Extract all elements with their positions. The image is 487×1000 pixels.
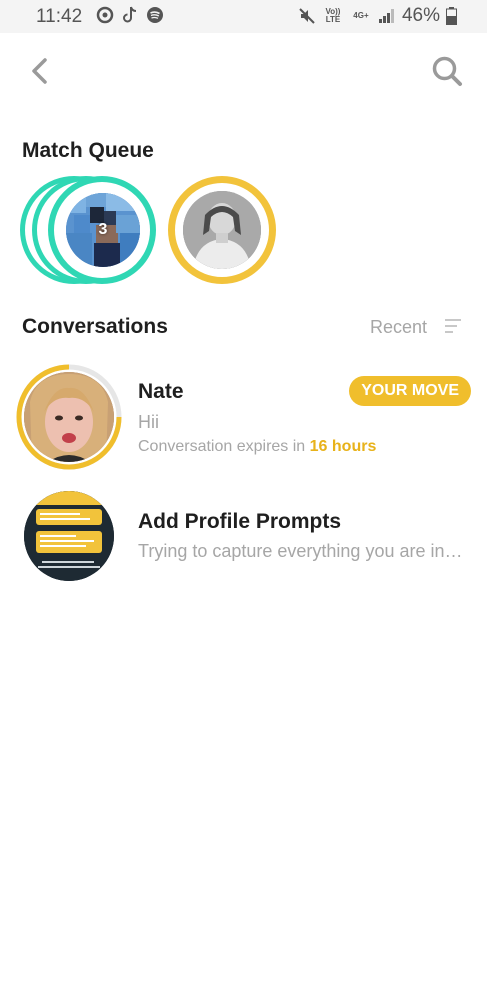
status-notification-icons [96, 6, 164, 24]
mute-icon [299, 8, 315, 24]
match-queue-title: Match Queue [22, 139, 154, 162]
back-button[interactable] [22, 52, 56, 90]
conversation-name: Nate [138, 380, 184, 403]
last-message: Hii [138, 412, 159, 432]
conversations-title: Conversations [22, 315, 168, 338]
expiry-text: Conversation expires in 16 hours [138, 438, 376, 456]
search-icon [432, 56, 462, 86]
match-photo [183, 191, 261, 269]
battery-percent: 46% [401, 5, 440, 26]
queue-count: 3 [98, 221, 108, 238]
prompts-avatar [24, 491, 114, 581]
person-photo-image [183, 191, 261, 269]
battery-icon [446, 7, 457, 25]
spotify-icon [147, 7, 163, 23]
signal-icon [378, 9, 394, 23]
avatar [24, 372, 114, 462]
expiry-prefix: Conversation expires in [138, 438, 306, 455]
tiktok-icon [123, 6, 137, 23]
status-system-icons: Vo)) LTE 4G+ 46% [298, 5, 457, 27]
prompts-preview-image [24, 491, 114, 581]
conversation-row-profile-prompts[interactable]: Add Profile Prompts Trying to capture ev… [0, 486, 487, 586]
your-move-badge[interactable]: YOUR MOVE [349, 376, 471, 406]
match-queue-stack[interactable]: 3 [20, 176, 156, 284]
chevron-left-icon [32, 58, 47, 84]
search-button[interactable] [429, 52, 465, 90]
conversation-row-nate[interactable]: Nate YOUR MOVE Hii Conversation expires … [0, 362, 487, 472]
volte-icon: Vo)) LTE [325, 7, 341, 24]
expiry-value: 16 hours [309, 438, 377, 455]
whatsapp-like-icon [96, 6, 114, 24]
match-queue-item[interactable] [168, 176, 276, 284]
last-message: Trying to capture everything you are in… [138, 541, 463, 561]
status-time: 11:42 [36, 6, 83, 27]
status-bar: 11:42 Vo)) LTE 4G+ 46% [0, 0, 487, 33]
profile-photo-image [24, 372, 114, 462]
4g-icon: 4G+ [353, 11, 369, 20]
conversation-name: Add Profile Prompts [138, 510, 342, 533]
sort-label[interactable]: Recent [370, 317, 427, 338]
sort-icon[interactable] [445, 319, 461, 333]
